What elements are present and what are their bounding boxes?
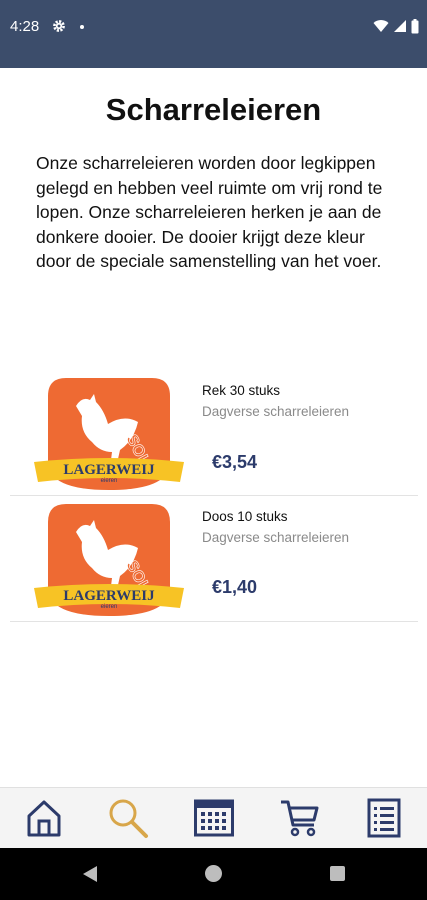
status-bar: 4:28: [0, 0, 427, 68]
product-price: €1,40: [212, 577, 258, 597]
lagerweij-logo-image: SOLD LAGERWEIJ eieren: [34, 504, 184, 616]
cart-icon: [281, 800, 319, 837]
home-icon: [27, 800, 61, 837]
calendar-icon: [194, 799, 234, 837]
home-system-icon[interactable]: [205, 865, 222, 882]
page-title: Scharreleieren: [105, 92, 322, 127]
page-description: Onze scharreleieren worden door legkippe…: [36, 153, 383, 271]
product-subtitle: Dagverse scharreleieren: [202, 404, 350, 419]
system-navigation-bar: [0, 848, 427, 900]
battery-icon: [411, 18, 419, 33]
product-price: €3,54: [212, 452, 258, 472]
nav-search-button[interactable]: [106, 796, 150, 840]
nav-calendar-button[interactable]: [192, 796, 236, 840]
product-name: Doos 10 stuks: [202, 509, 288, 524]
signal-icon: [394, 20, 406, 32]
back-icon[interactable]: [82, 865, 98, 883]
bottom-navigation: [0, 787, 427, 848]
wifi-icon: [373, 20, 389, 32]
svg-text:LAGERWEIJ: LAGERWEIJ: [63, 588, 155, 604]
settings-icon: [53, 20, 65, 32]
svg-text:LAGERWEIJ: LAGERWEIJ: [63, 462, 155, 478]
recent-apps-icon[interactable]: [330, 866, 345, 881]
status-time: 4:28: [10, 18, 40, 35]
svg-text:eieren: eieren: [101, 604, 118, 610]
notification-dot-icon: [80, 25, 84, 29]
status-icons: [373, 18, 419, 34]
nav-cart-button[interactable]: [278, 796, 322, 840]
list-icon: [367, 798, 401, 838]
lagerweij-logo-image: SOLD LAGERWEIJ eieren: [34, 378, 184, 490]
product-row[interactable]: SOLD LAGERWEIJ eieren Rek 30 stuks Dagve…: [10, 370, 418, 496]
search-icon: [109, 799, 148, 838]
product-row[interactable]: SOLD LAGERWEIJ eieren Doos 10 stuks Dagv…: [10, 496, 418, 622]
product-name: Rek 30 stuks: [202, 383, 281, 398]
svg-text:eieren: eieren: [101, 478, 118, 484]
product-subtitle: Dagverse scharreleieren: [202, 530, 350, 545]
nav-home-button[interactable]: [22, 796, 66, 840]
nav-list-button[interactable]: [362, 796, 406, 840]
